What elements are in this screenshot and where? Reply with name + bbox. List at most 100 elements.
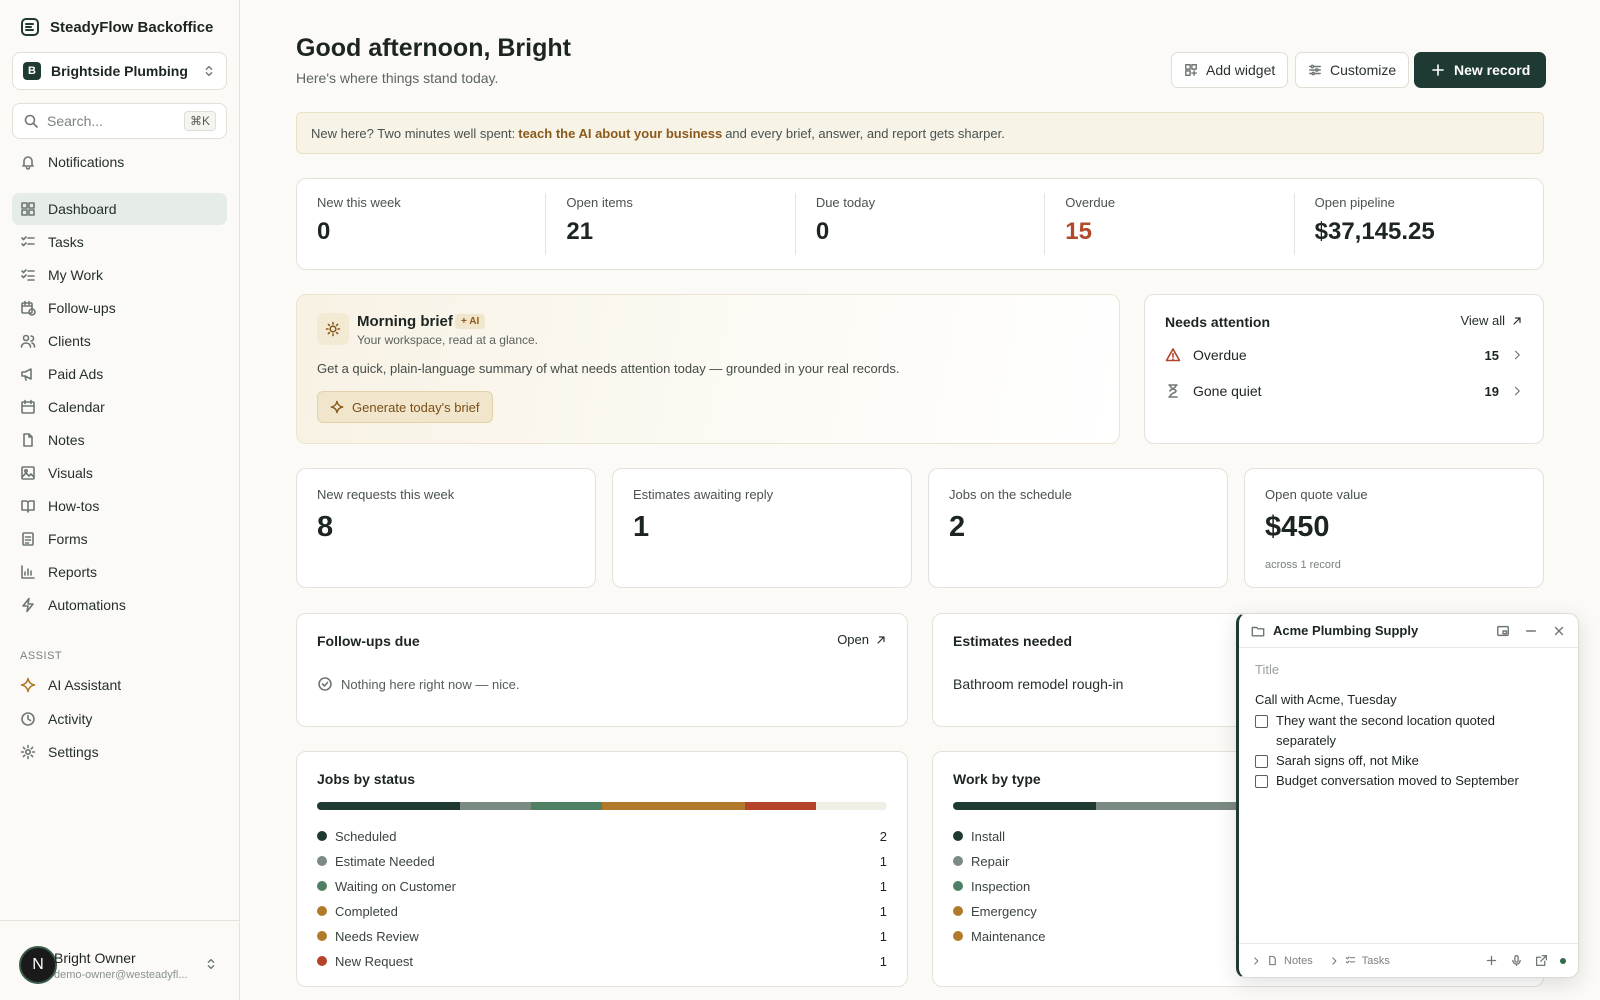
sidebar-item-settings[interactable]: Settings xyxy=(12,736,227,768)
legend-row[interactable]: Estimate Needed 1 xyxy=(317,851,887,871)
attention-row-gone-quiet[interactable]: Gone quiet 19 xyxy=(1165,379,1523,403)
sidebar-item-paid-ads[interactable]: Paid Ads xyxy=(12,358,227,390)
note-title-input[interactable] xyxy=(1255,662,1555,677)
footer-notes-link[interactable]: Notes xyxy=(1284,955,1313,967)
sidebar-item-dashboard[interactable]: Dashboard xyxy=(12,193,227,225)
sidebar-item-label: Calendar xyxy=(48,399,105,415)
stat-label: Open pipeline xyxy=(1314,195,1395,210)
estimate-item[interactable]: Bathroom remodel rough-in xyxy=(953,676,1123,692)
sidebar-item-how-tos[interactable]: How-tos xyxy=(12,490,227,522)
microphone-icon[interactable] xyxy=(1510,954,1523,967)
checklist-item[interactable]: Sarah signs off, not Mike xyxy=(1255,751,1555,771)
legend-row[interactable]: Scheduled 2 xyxy=(317,826,887,846)
open-follow-ups-link[interactable]: Open xyxy=(837,632,887,647)
checklist-text: Budget conversation moved to September xyxy=(1276,773,1519,788)
kpi-new-requests[interactable]: New requests this week 8 xyxy=(296,468,596,588)
chevron-right-icon[interactable] xyxy=(1251,956,1261,966)
avatar[interactable]: N xyxy=(19,946,57,984)
stat-due-today[interactable]: Due today 0 xyxy=(794,193,1044,255)
attention-count: 19 xyxy=(1484,383,1499,399)
kpi-jobs-scheduled[interactable]: Jobs on the schedule 2 xyxy=(928,468,1228,588)
warning-icon xyxy=(1165,348,1181,362)
sidebar-item-follow-ups[interactable]: Follow-ups xyxy=(12,292,227,324)
legend-row[interactable]: Waiting on Customer 1 xyxy=(317,876,887,896)
needs-attention-card: Needs attention View all Overdue 15 Gone… xyxy=(1144,294,1544,444)
checklist-item[interactable]: They want the second location quoted sep… xyxy=(1255,711,1555,751)
sidebar-item-notes[interactable]: Notes xyxy=(12,424,227,456)
sidebar-item-clients[interactable]: Clients xyxy=(12,325,227,357)
sidebar-item-my-work[interactable]: My Work xyxy=(12,259,227,291)
chevron-right-icon[interactable] xyxy=(1329,956,1339,966)
kpi-estimates-awaiting[interactable]: Estimates awaiting reply 1 xyxy=(612,468,912,588)
sidebar-item-reports[interactable]: Reports xyxy=(12,556,227,588)
legend-row[interactable]: Completed 1 xyxy=(317,901,887,921)
legend-label: Waiting on Customer xyxy=(335,878,456,894)
sidebar-item-visuals[interactable]: Visuals xyxy=(12,457,227,489)
kpi-value: 1 xyxy=(633,511,650,543)
new-record-label: New record xyxy=(1454,62,1531,78)
sidebar-item-notifications[interactable]: Notifications xyxy=(12,146,227,178)
stat-overdue[interactable]: Overdue 15 xyxy=(1044,193,1293,255)
workspace-switcher[interactable]: B Brightside Plumbing ... xyxy=(12,52,227,90)
stat-new-this-week[interactable]: New this week 0 xyxy=(297,193,545,255)
stat-label: Overdue xyxy=(1065,195,1116,210)
sidebar: SteadyFlow Backoffice B Brightside Plumb… xyxy=(0,0,240,1000)
workspace-name: Brightside Plumbing ... xyxy=(51,63,192,79)
brief-subtitle: Your workspace, read at a glance. xyxy=(357,333,539,347)
footer-tasks-link[interactable]: Tasks xyxy=(1362,955,1390,967)
brand[interactable]: SteadyFlow Backoffice xyxy=(20,16,213,38)
attention-label: Gone quiet xyxy=(1193,383,1262,399)
brief-description: Get a quick, plain-language summary of w… xyxy=(317,361,900,376)
checklist-text: They want the second location quoted sep… xyxy=(1276,713,1495,748)
checkbox[interactable] xyxy=(1255,775,1268,788)
card-title: Follow-ups due xyxy=(317,633,420,649)
customize-button[interactable]: Customize xyxy=(1295,52,1410,88)
sidebar-item-label: How-tos xyxy=(48,498,100,514)
book-icon xyxy=(21,500,35,513)
minimize-icon[interactable] xyxy=(1524,624,1538,638)
sidebar-item-forms[interactable]: Forms xyxy=(12,523,227,555)
new-record-button[interactable]: New record xyxy=(1414,52,1547,88)
plus-icon[interactable] xyxy=(1485,954,1498,967)
bar-segment-repair xyxy=(1095,802,1238,810)
note-title: Acme Plumbing Supply xyxy=(1273,623,1419,638)
legend-row[interactable]: Needs Review 1 xyxy=(317,926,887,946)
logo-icon xyxy=(21,18,39,36)
search-box[interactable]: ⌘K xyxy=(12,103,227,139)
stat-open-items[interactable]: Open items 21 xyxy=(545,193,794,255)
sidebar-item-activity[interactable]: Activity xyxy=(12,703,227,735)
user-menu[interactable]: N Bright Owner demo-owner@westeadyfl... xyxy=(0,920,239,1000)
stat-open-pipeline[interactable]: Open pipeline $37,145.25 xyxy=(1293,193,1543,255)
sidebar-item-label: Dashboard xyxy=(48,201,117,217)
kpi-open-quote-value[interactable]: Open quote value $450 across 1 record xyxy=(1244,468,1544,588)
note-heading[interactable]: Call with Acme, Tuesday xyxy=(1255,692,1397,707)
checkbox[interactable] xyxy=(1255,755,1268,768)
ai-badge: + AI xyxy=(455,314,486,329)
sidebar-item-label: Notifications xyxy=(48,154,125,170)
chevron-up-down-icon[interactable] xyxy=(204,957,218,971)
dock-icon[interactable] xyxy=(1496,624,1510,638)
chart-icon xyxy=(21,565,35,579)
attention-row-overdue[interactable]: Overdue 15 xyxy=(1165,343,1523,367)
hourglass-icon xyxy=(1168,384,1178,398)
sparkle-icon xyxy=(20,677,36,693)
checkbox[interactable] xyxy=(1255,715,1268,728)
sidebar-item-tasks[interactable]: Tasks xyxy=(12,226,227,258)
sidebar-item-calendar[interactable]: Calendar xyxy=(12,391,227,423)
page-title: Good afternoon, Bright xyxy=(296,34,571,62)
sidebar-item-ai-assistant[interactable]: AI Assistant xyxy=(12,669,227,701)
view-all-link[interactable]: View all xyxy=(1460,313,1523,328)
external-link-icon[interactable] xyxy=(1535,954,1548,967)
close-icon[interactable] xyxy=(1552,624,1566,638)
sidebar-item-automations[interactable]: Automations xyxy=(12,589,227,621)
add-widget-button[interactable]: Add widget xyxy=(1171,52,1289,88)
generate-brief-button[interactable]: Generate today's brief xyxy=(317,391,493,423)
note-header: Acme Plumbing Supply xyxy=(1239,614,1578,648)
teach-ai-link[interactable]: teach the AI about your business xyxy=(518,126,722,141)
bar-segment-completed xyxy=(602,802,674,810)
checklist-item[interactable]: Budget conversation moved to September xyxy=(1255,771,1555,791)
banner-text: New here? Two minutes well spent: xyxy=(311,125,516,141)
search-input[interactable] xyxy=(47,113,176,129)
legend-row[interactable]: New Request 1 xyxy=(317,951,887,971)
attention-label: Overdue xyxy=(1193,347,1247,363)
